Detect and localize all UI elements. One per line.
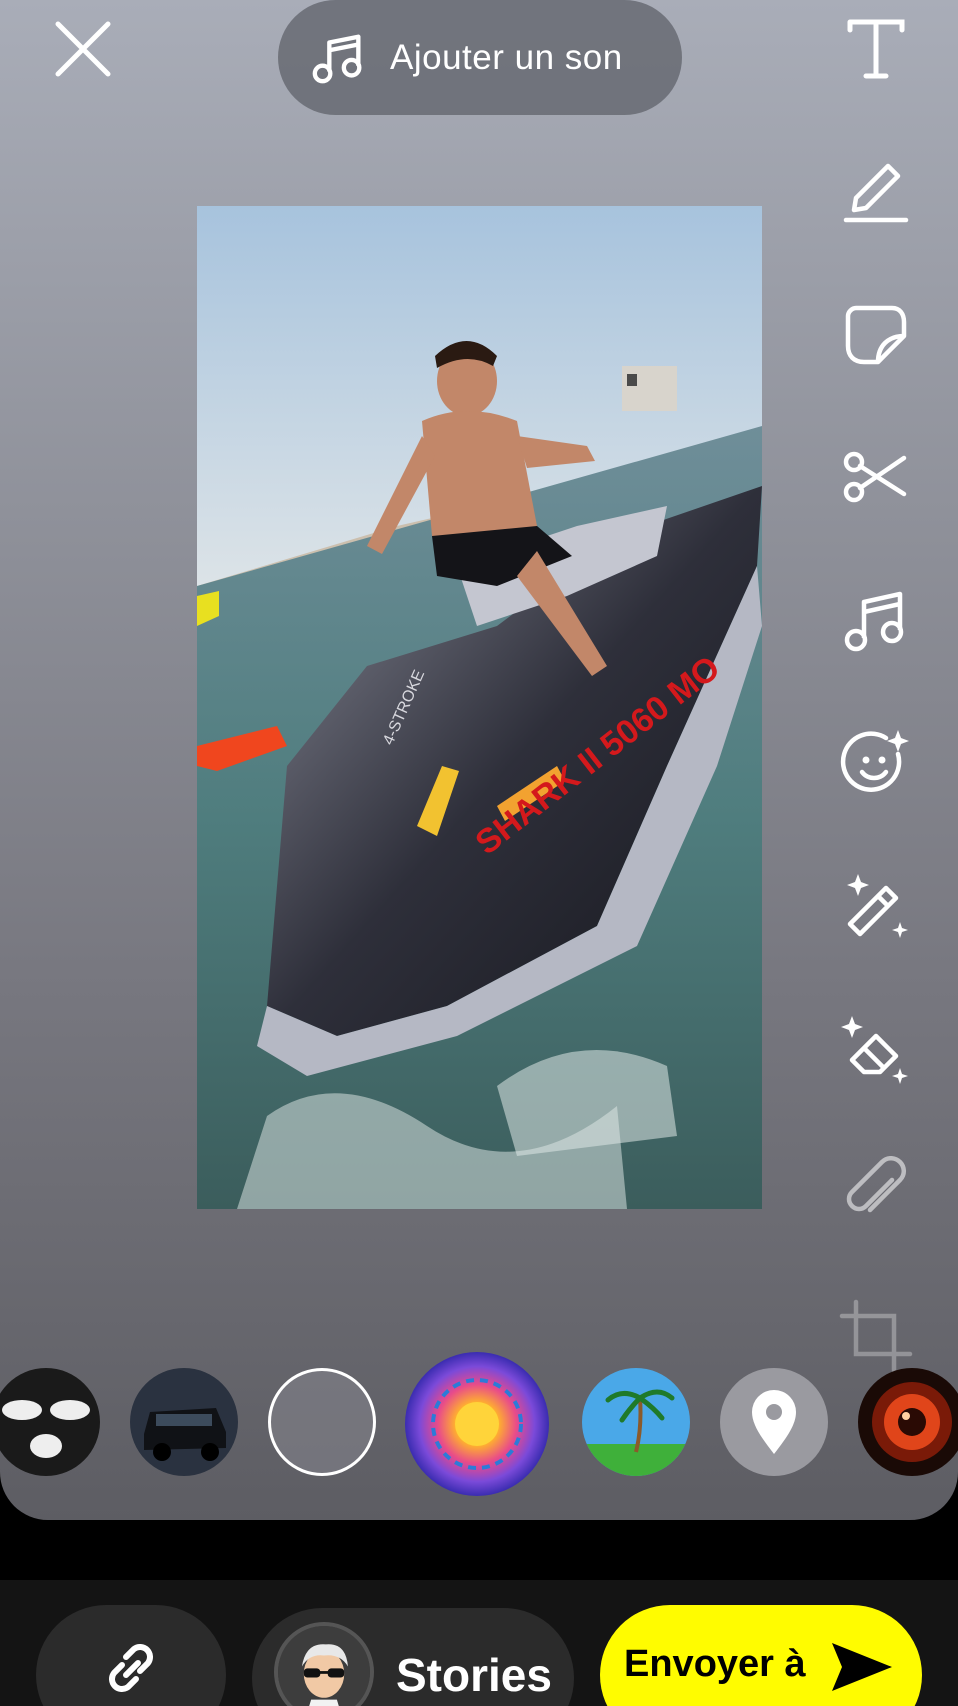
editor-canvas: Ajouter un son SHARK II 5060 MO 4-STROKE	[0, 0, 958, 1520]
scissors-icon	[843, 451, 907, 503]
location-pin-icon	[720, 1368, 828, 1476]
link-icon	[109, 1644, 153, 1692]
magic-wand-icon	[847, 874, 908, 938]
lens-car[interactable]	[130, 1368, 238, 1476]
music-note-icon	[844, 591, 904, 652]
close-button[interactable]	[50, 16, 116, 82]
jet-ski-photo[interactable]: SHARK II 5060 MO 4-STROKE	[197, 206, 762, 1209]
photo-illustration: SHARK II 5060 MO 4-STROKE	[197, 206, 762, 1209]
eraser-tool[interactable]	[836, 1010, 916, 1090]
scissors-tool[interactable]	[836, 436, 916, 516]
magic-eraser-icon	[841, 1016, 908, 1084]
text-tool[interactable]	[836, 8, 916, 88]
car-icon	[130, 1368, 238, 1476]
lens-camera[interactable]	[858, 1368, 958, 1476]
paperclip-icon	[846, 1156, 906, 1213]
bitmoji-avatar-icon	[278, 1626, 370, 1706]
magic-tool[interactable]	[836, 866, 916, 946]
text-icon	[847, 19, 905, 79]
edit-toolbar	[836, 0, 916, 1380]
lens-ski-mask[interactable]	[0, 1368, 100, 1476]
add-sound-label: Ajouter un son	[390, 37, 623, 77]
bottom-action-bar: Stories Envoyer à	[0, 1580, 958, 1706]
lens-palm-tree[interactable]	[582, 1368, 690, 1476]
avatar	[274, 1622, 374, 1706]
lens-carousel	[0, 1352, 958, 1496]
pencil-icon	[843, 163, 909, 223]
draw-tool[interactable]	[836, 150, 916, 230]
close-icon	[55, 21, 111, 77]
lenses-tool[interactable]	[836, 724, 916, 804]
sticker-tool[interactable]	[836, 294, 916, 374]
music-tool[interactable]	[836, 580, 916, 660]
stories-button[interactable]: Stories	[252, 1608, 574, 1706]
send-arrow-icon	[831, 1643, 892, 1691]
mandala-icon	[405, 1352, 549, 1496]
link-button[interactable]	[36, 1605, 226, 1706]
crop-tool[interactable]	[836, 1296, 916, 1376]
send-to-button[interactable]: Envoyer à	[600, 1605, 922, 1706]
ski-mask-icon	[0, 1368, 100, 1476]
attach-tool[interactable]	[836, 1154, 916, 1234]
crop-icon	[839, 1299, 913, 1373]
stories-label: Stories	[396, 1649, 552, 1701]
palm-tree-icon	[582, 1368, 690, 1476]
sticker-icon	[845, 305, 907, 365]
send-to-label: Envoyer à	[624, 1643, 806, 1685]
lens-none[interactable]	[268, 1368, 376, 1476]
add-sound-button[interactable]: Ajouter un son	[278, 0, 682, 115]
lens-mandala[interactable]	[405, 1352, 549, 1496]
camera-lens-icon	[858, 1368, 958, 1476]
music-note-icon	[312, 34, 362, 83]
smiley-sparkle-icon	[840, 730, 909, 792]
lens-location[interactable]	[720, 1368, 828, 1476]
